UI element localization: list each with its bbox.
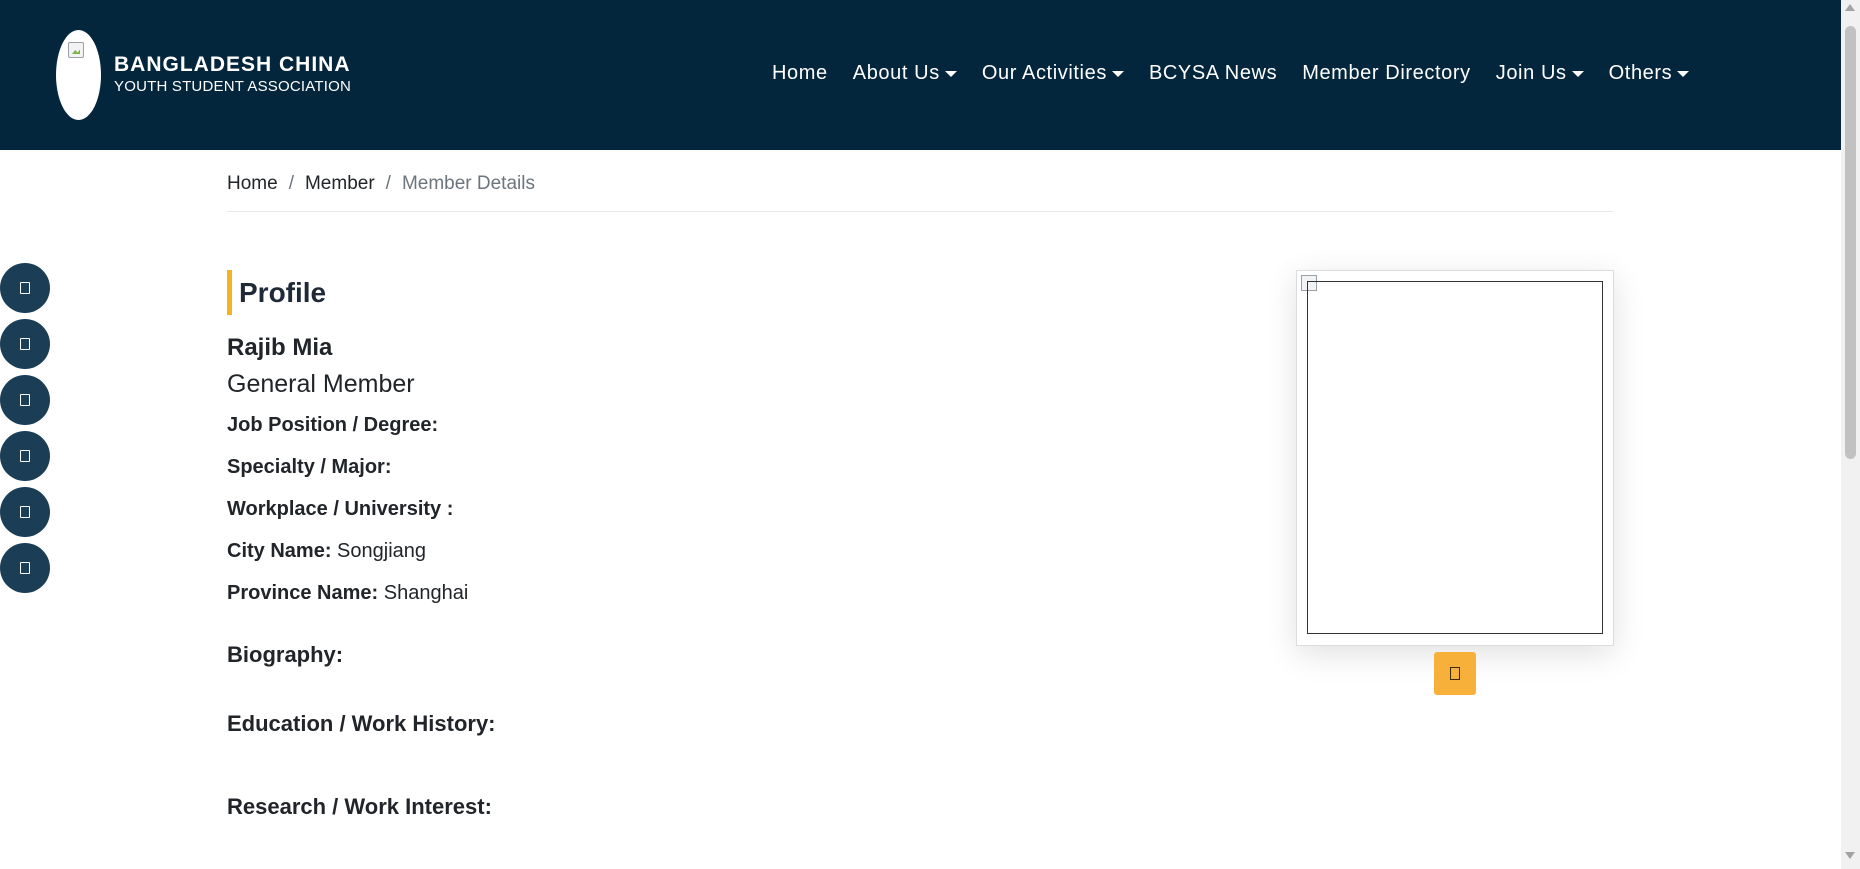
breadcrumb-member[interactable]: Member [305,173,375,195]
nav-label: About Us [852,62,940,84]
nav-others[interactable]: Others [1609,62,1690,85]
missing-glyph-icon [20,394,30,406]
missing-glyph-icon [20,562,30,574]
brand-subtitle: YOUTH STUDENT ASSOCIATION [114,78,351,95]
field-label: Job Position / Degree: [227,414,439,436]
scroll-up-icon[interactable] [1845,4,1855,11]
divider [227,211,1613,212]
scroll-thumb[interactable] [1845,26,1856,459]
field-label: City Name: [227,540,332,562]
missing-glyph-icon [20,450,30,462]
brand-link[interactable]: BANGLADESH CHINA YOUTH STUDENT ASSOCIATI… [56,30,351,120]
nav-label: Our Activities [981,62,1107,84]
wechat-icon[interactable] [0,543,50,593]
education-heading: Education / Work History: [227,711,496,736]
file-pdf-icon [1450,667,1460,680]
caret-down-icon [1111,70,1124,77]
breadcrumb-current: Member Details [401,173,535,194]
logo [56,30,101,120]
page-scrollbar[interactable] [1841,0,1860,869]
facebook-icon[interactable] [0,263,50,313]
social-sidebar [0,263,50,599]
member-name: Rajib Mia [227,334,333,361]
nav-join-us[interactable]: Join Us [1496,62,1584,85]
brand-title: BANGLADESH CHINA [114,53,351,76]
nav-label: Home [772,62,828,84]
caret-down-icon [1571,70,1584,77]
field-workplace: Workplace / University : [227,498,453,521]
nav-our-activities[interactable]: Our Activities [982,62,1124,85]
missing-glyph-icon [20,338,30,350]
twitter-icon[interactable] [0,319,50,369]
download-pdf-button[interactable] [1434,652,1476,695]
scroll-down-icon[interactable] [1845,852,1855,859]
nav-label: Member Directory [1302,62,1471,84]
nav-label: BCYSA News [1148,62,1278,84]
field-label: Workplace / University : [227,498,454,520]
broken-image-icon [68,42,84,58]
breadcrumb-home[interactable]: Home [227,173,278,195]
site-header: BANGLADESH CHINA YOUTH STUDENT ASSOCIATI… [0,0,1841,150]
caret-down-icon [944,70,957,77]
missing-glyph-icon [20,282,30,294]
biography-heading: Biography: [227,642,344,667]
field-label: Specialty / Major: [227,456,392,478]
profile-heading: Profile [227,270,326,315]
member-role: General Member [227,370,415,398]
research-heading: Research / Work Interest: [227,794,492,819]
field-label: Province Name: [227,582,379,604]
nav-label: Join Us [1495,62,1567,84]
breadcrumb: Home / Member / Member Details [227,173,535,195]
nav-bcysa-news[interactable]: BCYSA News [1149,62,1277,85]
field-specialty: Specialty / Major: [227,456,392,479]
youtube-icon[interactable] [0,431,50,481]
linkedin-icon[interactable] [0,375,50,425]
nav-about-us[interactable]: About Us [853,62,957,85]
missing-glyph-icon [20,506,30,518]
member-photo [1307,281,1603,634]
field-job-position: Job Position / Degree: [227,414,438,437]
breadcrumb-separator: / [385,173,391,194]
brand-text: BANGLADESH CHINA YOUTH STUDENT ASSOCIATI… [114,53,351,97]
field-city: City Name: Songjiang [227,540,426,563]
field-province: Province Name: Shanghai [227,582,468,605]
nav-label: Others [1608,62,1673,84]
breadcrumb-separator: / [288,173,294,194]
nav-member-directory[interactable]: Member Directory [1302,62,1471,85]
caret-down-icon [1677,70,1690,77]
field-value: Shanghai [383,582,469,604]
member-photo-card [1296,270,1614,646]
main-nav: Home About Us Our Activities BCYSA News … [772,62,1714,85]
nav-home[interactable]: Home [772,62,828,85]
instagram-icon[interactable] [0,487,50,537]
field-value: Songjiang [337,540,427,562]
